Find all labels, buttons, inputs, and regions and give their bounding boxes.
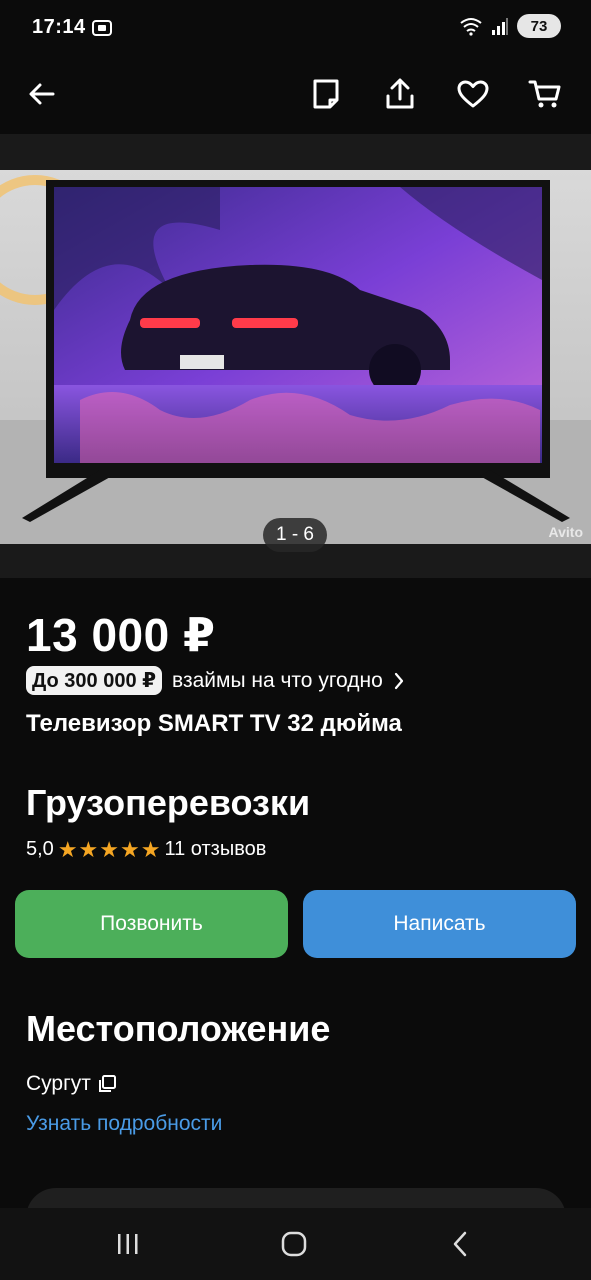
note-button[interactable] xyxy=(304,72,348,116)
nav-back-button[interactable] xyxy=(438,1226,482,1262)
loan-offer-text: взаймы на что угодно xyxy=(172,668,383,692)
message-button[interactable]: Написать xyxy=(303,890,576,958)
listing-title: Телевизор SMART TV 32 дюйма xyxy=(26,710,402,737)
loan-offer-link[interactable]: До 300 000 ₽ взаймы на что угодно xyxy=(26,666,405,695)
copy-icon[interactable] xyxy=(97,1074,117,1094)
back-arrow-icon xyxy=(29,83,55,105)
recents-icon xyxy=(118,1234,138,1254)
recents-button[interactable] xyxy=(106,1226,150,1262)
avito-watermark: Avito xyxy=(549,524,583,540)
star-icon: ★ xyxy=(57,836,78,862)
star-icon: ★ xyxy=(78,836,99,862)
photo-counter: 1 - 6 xyxy=(263,518,327,552)
star-icon: ★ xyxy=(120,836,140,862)
location-details-link[interactable]: Узнать подробности xyxy=(26,1112,222,1136)
note-icon xyxy=(313,79,339,109)
product-photo[interactable] xyxy=(0,170,591,544)
battery-level: 73 xyxy=(530,17,548,35)
back-icon xyxy=(453,1231,467,1257)
status-time: 17:14 xyxy=(32,16,86,38)
battery-indicator: 73 xyxy=(517,14,561,38)
seller-name[interactable]: Грузоперевозки xyxy=(26,782,310,824)
location-city: Сургут xyxy=(26,1072,91,1095)
rating-stars: ★ ★ ★ ★ ★ xyxy=(57,836,161,862)
status-indicators: 73 xyxy=(459,14,561,38)
photo-gallery[interactable]: 1 - 6 Avito xyxy=(0,134,591,578)
share-icon xyxy=(386,78,414,109)
rating-value: 5,0 xyxy=(26,838,54,860)
message-button-label: Написать xyxy=(393,912,486,935)
screen-record-icon xyxy=(92,20,112,36)
photo-counter-text: 1 - 6 xyxy=(275,524,315,545)
call-button-label: Позвонить xyxy=(100,912,203,935)
location-city-row: Сургут xyxy=(26,1072,117,1096)
signal-icon xyxy=(492,18,508,35)
cart-icon xyxy=(528,80,561,108)
chevron-right-icon xyxy=(394,672,403,689)
favorite-button[interactable] xyxy=(451,72,495,116)
price: 13 000 ₽ xyxy=(26,609,216,661)
loan-amount-badge: До 300 000 ₽ xyxy=(26,666,163,695)
seller-rating[interactable]: 5,0 ★ ★ ★ ★ ★ 11 отзывов xyxy=(26,838,266,861)
system-nav-bar xyxy=(0,1208,591,1280)
app-header xyxy=(0,54,591,134)
heart-icon xyxy=(457,80,489,108)
status-bar: 17:14 73 xyxy=(0,0,591,54)
listing-details: 13 000 ₽ До 300 000 ₽ взаймы на что угод… xyxy=(0,578,591,1248)
star-icon: ★ xyxy=(140,836,161,862)
reviews-count: 11 отзывов xyxy=(164,838,267,860)
wifi-icon xyxy=(460,18,482,36)
home-button[interactable] xyxy=(272,1226,316,1262)
watermark-text: Avito xyxy=(548,524,583,540)
cart-button[interactable] xyxy=(523,72,567,116)
star-icon: ★ xyxy=(99,836,120,862)
home-icon xyxy=(281,1231,307,1257)
share-button[interactable] xyxy=(378,72,422,116)
back-button[interactable] xyxy=(20,72,64,116)
location-heading: Местоположение xyxy=(26,1008,331,1049)
call-button[interactable]: Позвонить xyxy=(15,890,288,958)
